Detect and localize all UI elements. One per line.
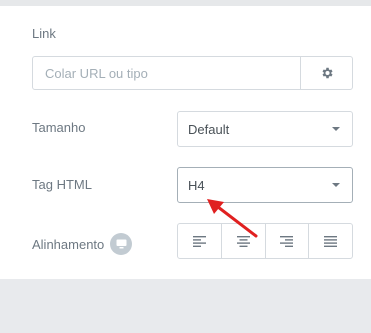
alignment-label: Alinhamento (32, 236, 105, 252)
alignment-label-row: Alinhamento (32, 233, 133, 255)
align-justify-button[interactable] (308, 224, 352, 258)
link-url-input[interactable] (33, 57, 300, 89)
link-options-button[interactable] (300, 57, 352, 89)
responsive-device-icon[interactable] (110, 233, 133, 255)
gear-icon (322, 67, 333, 79)
html-tag-selected-value: H4 (188, 177, 205, 193)
link-label: Link (32, 26, 56, 41)
top-divider (0, 0, 371, 6)
size-select[interactable]: Default (177, 111, 353, 147)
align-right-button[interactable] (264, 224, 309, 258)
align-right-icon (280, 235, 294, 247)
size-label: Tamanho (32, 120, 86, 135)
align-justify-icon (324, 235, 338, 247)
bottom-panel (0, 279, 371, 333)
monitor-icon (116, 239, 127, 249)
html-tag-select[interactable]: H4 (177, 167, 353, 203)
align-center-button[interactable] (220, 224, 265, 258)
align-center-icon (236, 235, 250, 247)
chevron-down-icon (332, 183, 340, 187)
align-left-icon (192, 235, 206, 247)
align-left-button[interactable] (178, 224, 221, 258)
html-tag-label: Tag HTML (32, 177, 92, 192)
alignment-button-group (177, 223, 353, 259)
size-selected-value: Default (188, 121, 230, 137)
chevron-down-icon (332, 127, 340, 131)
link-control (32, 56, 353, 90)
